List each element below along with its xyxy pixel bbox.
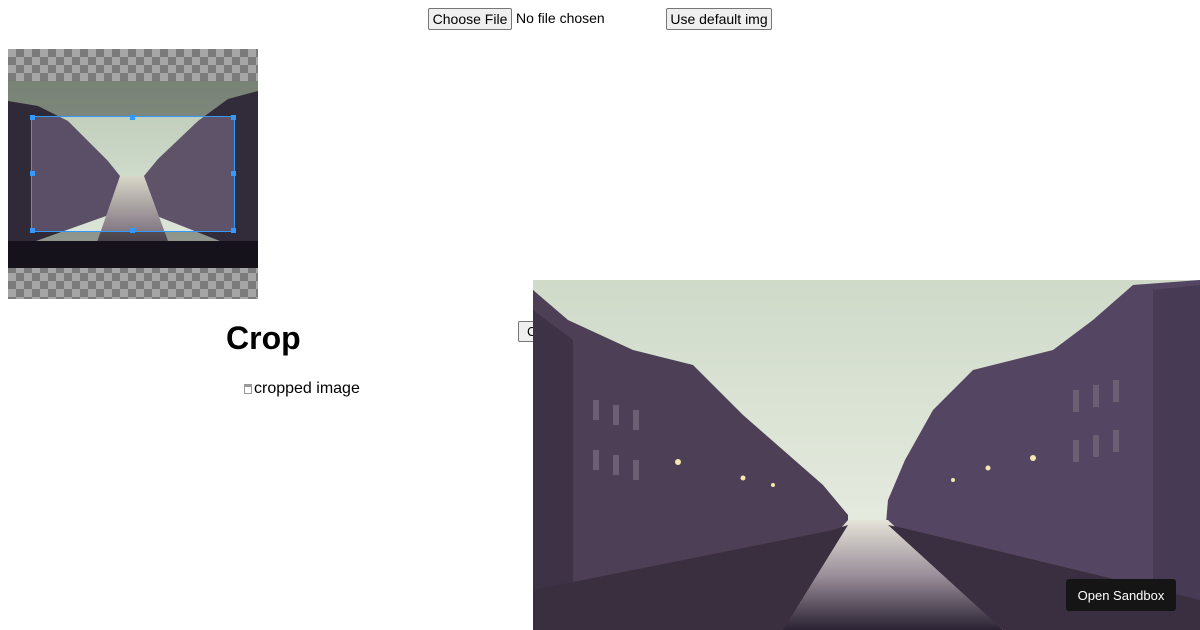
cropped-image-preview: cropped image — [244, 380, 360, 398]
crop-handle-e[interactable] — [231, 171, 236, 176]
crop-handle-ne[interactable] — [231, 115, 236, 120]
cropper-canvas[interactable] — [8, 49, 258, 299]
crop-selection-box[interactable] — [31, 116, 235, 232]
use-default-img-button[interactable]: Use default img — [666, 8, 772, 30]
crop-handle-sw[interactable] — [30, 228, 35, 233]
cropped-image-alt-text: cropped image — [254, 380, 360, 397]
crop-handle-se[interactable] — [231, 228, 236, 233]
broken-image-icon — [244, 384, 252, 394]
crop-handle-w[interactable] — [30, 171, 35, 176]
crop-handle-n[interactable] — [130, 115, 135, 120]
crop-handle-s[interactable] — [130, 228, 135, 233]
choose-file-button[interactable]: Choose File — [428, 8, 512, 30]
file-status-text: No file chosen — [516, 10, 605, 26]
crop-heading: Crop — [226, 320, 301, 356]
open-sandbox-button[interactable]: Open Sandbox — [1066, 579, 1176, 611]
full-image-display — [533, 280, 1200, 630]
crop-handle-nw[interactable] — [30, 115, 35, 120]
